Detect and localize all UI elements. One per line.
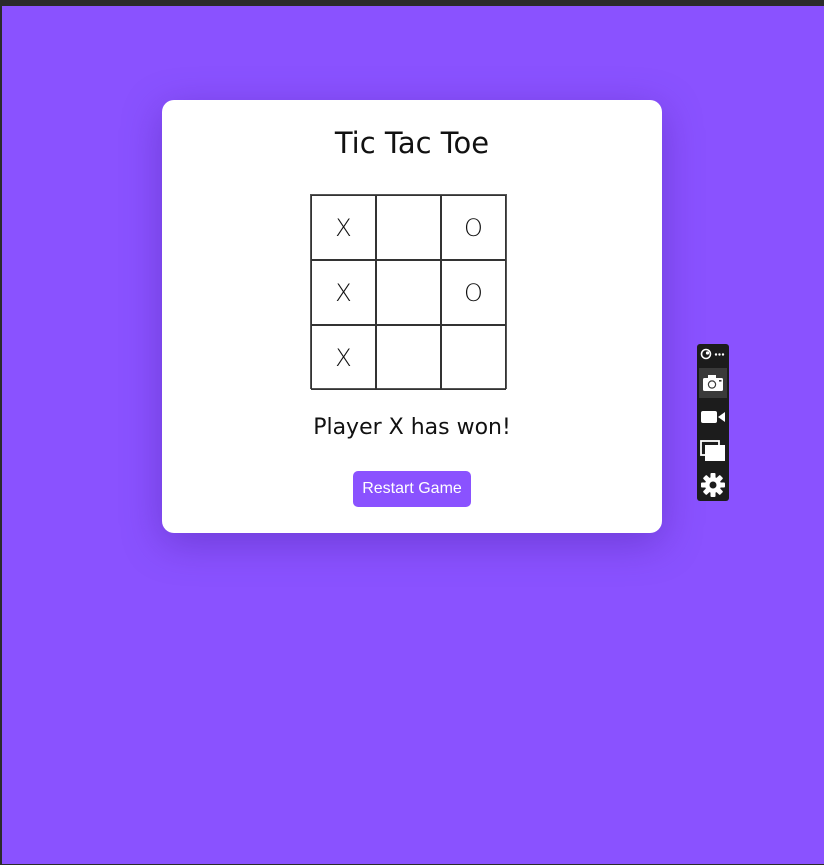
board-cell-2-2[interactable] — [441, 325, 506, 390]
board-cell-1-0[interactable]: X — [311, 260, 376, 325]
gear-icon[interactable] — [699, 470, 727, 500]
game-card: Tic Tac Toe X O X O X Player X has won! … — [162, 100, 662, 533]
windows-icon[interactable] — [699, 436, 727, 466]
board-cell-1-2[interactable]: O — [441, 260, 506, 325]
game-board: X O X O X — [310, 194, 507, 390]
board-cell-1-1[interactable] — [376, 260, 441, 325]
game-status-message: Player X has won! — [313, 415, 511, 440]
extension-logo-icon — [700, 348, 725, 360]
restart-game-button[interactable]: Restart Game — [353, 471, 471, 507]
board-cell-2-1[interactable] — [376, 325, 441, 390]
board-cell-2-0[interactable]: X — [311, 325, 376, 390]
game-title: Tic Tac Toe — [334, 126, 490, 160]
toolbar-header — [697, 346, 729, 360]
board-cell-0-0[interactable]: X — [311, 195, 376, 260]
capture-toolbar — [697, 344, 729, 501]
video-camera-icon[interactable] — [699, 402, 727, 432]
board-cell-0-1[interactable] — [376, 195, 441, 260]
board-cell-0-2[interactable]: O — [441, 195, 506, 260]
camera-icon[interactable] — [699, 368, 727, 398]
